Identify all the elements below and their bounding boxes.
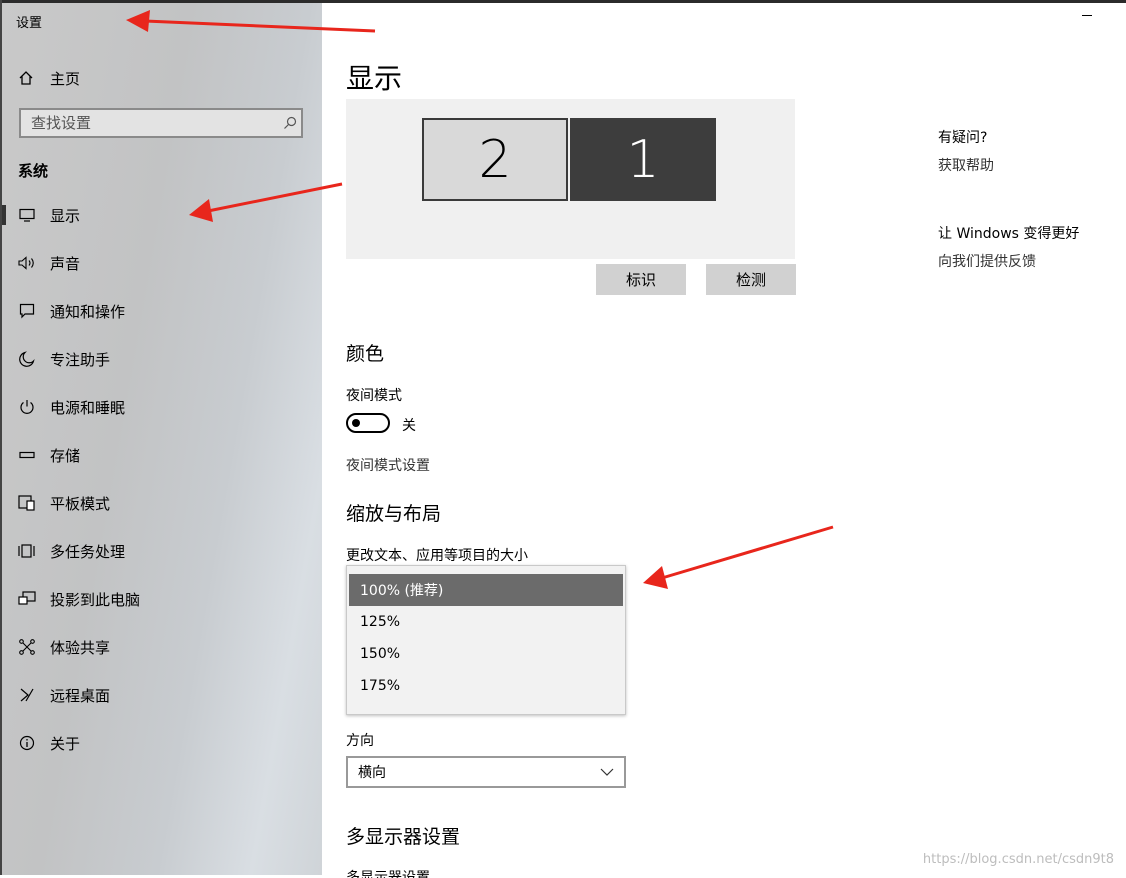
tablet-icon (2, 495, 50, 511)
sidebar-item-label: 显示 (50, 206, 81, 225)
sidebar-item-about[interactable]: 关于 (2, 723, 322, 763)
sidebar-item-label: 通知和操作 (50, 302, 126, 321)
monitor-1[interactable]: 1 (570, 118, 716, 201)
help-question-title: 有疑问? (938, 130, 988, 146)
monitor-icon (2, 208, 50, 222)
sidebar-item-remote-desktop[interactable]: 远程桌面 (2, 675, 322, 715)
sidebar-item-multitasking[interactable]: 多任务处理 (2, 531, 322, 571)
scale-section-title: 缩放与布局 (346, 503, 442, 525)
night-mode-label: 夜间模式 (346, 388, 402, 404)
search-input[interactable] (21, 113, 279, 133)
detect-button[interactable]: 检测 (706, 264, 796, 295)
sidebar-item-label: 多任务处理 (50, 542, 126, 561)
multitask-icon (2, 543, 50, 559)
search-box[interactable] (19, 108, 303, 138)
main-content: 显示 2 1 标识 检测 颜色 夜间模式 关 夜间模式设置 缩放与布局 更改文本… (322, 3, 1126, 878)
sidebar: 设置 主页 系统 显示 声音 通知和操作 专注助手 (2, 3, 322, 875)
page-title: 显示 (346, 62, 403, 95)
remote-icon (2, 687, 50, 703)
scale-dropdown-list[interactable]: 100% (推荐) 125% 150% 175% (346, 565, 626, 715)
sidebar-item-project[interactable]: 投影到此电脑 (2, 579, 322, 619)
display-arrangement-area: 2 1 (346, 99, 795, 259)
sidebar-item-focus-assist[interactable]: 专注助手 (2, 339, 322, 379)
power-icon (2, 399, 50, 415)
sidebar-item-sound[interactable]: 声音 (2, 243, 322, 283)
toggle-knob (352, 419, 360, 427)
info-icon (2, 735, 50, 751)
orientation-select[interactable]: 横向 (346, 756, 626, 788)
multi-display-section-title: 多显示器设置 (346, 826, 461, 848)
sidebar-item-label: 远程桌面 (50, 686, 111, 705)
scale-option[interactable]: 150% (349, 638, 623, 670)
night-mode-toggle[interactable] (346, 413, 390, 433)
sidebar-home[interactable]: 主页 (18, 66, 80, 90)
sidebar-item-label: 投影到此电脑 (50, 590, 141, 609)
orientation-label: 方向 (346, 733, 374, 749)
sidebar-item-power[interactable]: 电源和睡眠 (2, 387, 322, 427)
home-icon (19, 71, 33, 85)
monitor-2[interactable]: 2 (422, 118, 568, 201)
night-mode-state: 关 (402, 418, 416, 434)
sidebar-item-shared-experiences[interactable]: 体验共享 (2, 627, 322, 667)
notification-icon (2, 303, 50, 319)
sidebar-item-label: 声音 (50, 254, 81, 273)
sidebar-item-label: 电源和睡眠 (50, 398, 126, 417)
night-mode-settings-link[interactable]: 夜间模式设置 (346, 455, 430, 475)
multi-display-subtitle: 多显示器设置 (346, 870, 430, 878)
chevron-down-icon (600, 768, 614, 776)
orientation-value: 横向 (358, 765, 386, 781)
section-label-system: 系统 (18, 162, 49, 180)
scale-option[interactable]: 125% (349, 606, 623, 638)
sidebar-item-label: 关于 (50, 734, 81, 753)
sidebar-item-storage[interactable]: 存储 (2, 435, 322, 475)
sidebar-item-display[interactable]: 显示 (2, 195, 322, 235)
speaker-icon (2, 256, 50, 270)
improve-windows-title: 让 Windows 变得更好 (938, 226, 1080, 242)
watermark: https://blog.csdn.net/csdn9t8 (922, 852, 1114, 867)
sidebar-item-tablet-mode[interactable]: 平板模式 (2, 483, 322, 523)
search-icon[interactable] (279, 116, 301, 130)
moon-icon (2, 351, 50, 367)
share-icon (2, 639, 50, 655)
feedback-link[interactable]: 向我们提供反馈 (938, 251, 1036, 271)
sidebar-item-label: 平板模式 (50, 494, 111, 513)
identify-button[interactable]: 标识 (596, 264, 686, 295)
minimize-button[interactable] (1082, 15, 1092, 16)
app-title: 设置 (16, 16, 43, 31)
sidebar-item-label: 专注助手 (50, 350, 111, 369)
project-icon (2, 591, 50, 607)
sidebar-item-label: 存储 (50, 446, 81, 465)
scale-option[interactable]: 175% (349, 670, 623, 702)
sidebar-home-label: 主页 (50, 69, 81, 88)
sidebar-item-label: 体验共享 (50, 638, 111, 657)
scale-label: 更改文本、应用等项目的大小 (346, 548, 528, 564)
sidebar-item-notifications[interactable]: 通知和操作 (2, 291, 322, 331)
storage-icon (2, 450, 50, 460)
color-section-title: 颜色 (346, 343, 385, 365)
scale-option[interactable]: 100% (推荐) (349, 574, 623, 606)
window-left-border (0, 0, 2, 875)
get-help-link[interactable]: 获取帮助 (938, 155, 994, 175)
